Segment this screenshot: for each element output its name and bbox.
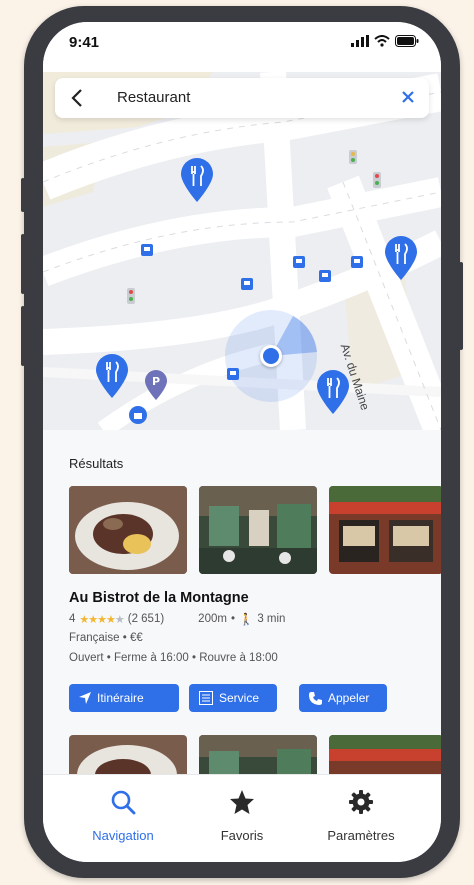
distance: 200m (198, 613, 227, 625)
traffic-light-icon (373, 172, 381, 188)
close-icon[interactable] (401, 90, 415, 104)
review-count: (2 651) (127, 613, 165, 625)
cuisine: Française (69, 632, 120, 644)
restaurant-pin-icon[interactable] (317, 370, 349, 414)
results-panel: Résultats Au Bistrot de la Montagne 4 ★★… (43, 430, 441, 805)
phone-power-button (459, 262, 463, 350)
closing-time: Ferme à 16:00 (113, 652, 189, 664)
current-location-dot (260, 345, 282, 367)
back-arrow-icon[interactable] (71, 88, 83, 108)
restaurant-name[interactable]: Au Bistrot de la Montagne (69, 590, 249, 606)
navigation-arrow-icon (79, 692, 91, 704)
tab-bar: Navigation Favoris Paramètres (43, 774, 441, 862)
restaurant-pin-icon[interactable] (181, 158, 213, 202)
traffic-light-icon (127, 288, 135, 304)
walk-time: 3 min (257, 613, 286, 625)
tab-navigation[interactable]: Navigation (63, 789, 183, 843)
service-button[interactable]: Service (189, 684, 277, 712)
shop-icon[interactable] (129, 406, 147, 424)
restaurant-pin-icon[interactable] (385, 236, 417, 280)
restaurant-photo-interior[interactable] (199, 486, 317, 574)
traffic-light-icon (349, 150, 357, 164)
search-bar[interactable]: Restaurant (55, 78, 429, 118)
phone-volume-up (21, 234, 25, 294)
map-view[interactable]: Av. du Maine P (43, 72, 441, 430)
menu-list-icon (199, 691, 213, 705)
rating-row: 4 ★★★★★ (2 651) 200m • 🚶 3 min (69, 613, 286, 626)
gear-icon (349, 790, 373, 814)
bus-stop-icon[interactable] (293, 256, 305, 268)
star-icon (230, 790, 254, 814)
status-bar: 9:41 (43, 22, 441, 72)
restaurant-photo-facade[interactable] (329, 486, 441, 574)
parking-pin-icon[interactable]: P (145, 370, 167, 400)
search-icon (111, 790, 136, 815)
status-time: 9:41 (69, 34, 100, 51)
rating-value: 4 (69, 613, 76, 625)
results-title: Résultats (69, 456, 124, 471)
tab-navigation-label: Navigation (92, 828, 154, 843)
phone-mute-switch (21, 178, 25, 212)
reopening-time: Rouvre à 18:00 (199, 652, 278, 664)
tab-favorites[interactable]: Favoris (182, 789, 302, 843)
route-button[interactable]: Itinéraire (69, 684, 179, 712)
walk-icon: 🚶 (238, 614, 254, 626)
signal-icon (351, 35, 369, 47)
call-button[interactable]: Appeler (299, 684, 387, 712)
status-icons (351, 35, 419, 47)
tab-settings-label: Paramètres (327, 828, 395, 843)
battery-icon (395, 35, 419, 47)
bus-stop-icon[interactable] (227, 368, 239, 380)
phone-volume-down (21, 306, 25, 366)
phone-screen: 9:41 Av. du Maine P Restaurant Résultats… (43, 22, 441, 862)
bus-stop-icon[interactable] (319, 270, 331, 282)
tab-settings[interactable]: Paramètres (301, 789, 421, 843)
price-level: €€ (129, 632, 143, 644)
tab-favorites-label: Favoris (220, 828, 264, 843)
search-input[interactable]: Restaurant (117, 89, 190, 106)
wifi-icon (374, 35, 390, 47)
open-status: Ouvert (69, 652, 104, 664)
svg-text:P: P (152, 375, 160, 388)
bus-stop-icon[interactable] (241, 278, 253, 290)
cuisine-row: Française • €€ (69, 632, 143, 644)
hours-row: Ouvert • Ferme à 16:00 • Rouvre à 18:00 (69, 652, 278, 664)
restaurant-pin-icon[interactable] (96, 354, 128, 398)
bus-stop-icon[interactable] (141, 244, 153, 256)
rating-stars: ★★★★★ (79, 613, 124, 626)
phone-icon (309, 691, 322, 705)
restaurant-photo-dish[interactable] (69, 486, 187, 574)
bus-stop-icon[interactable] (351, 256, 363, 268)
